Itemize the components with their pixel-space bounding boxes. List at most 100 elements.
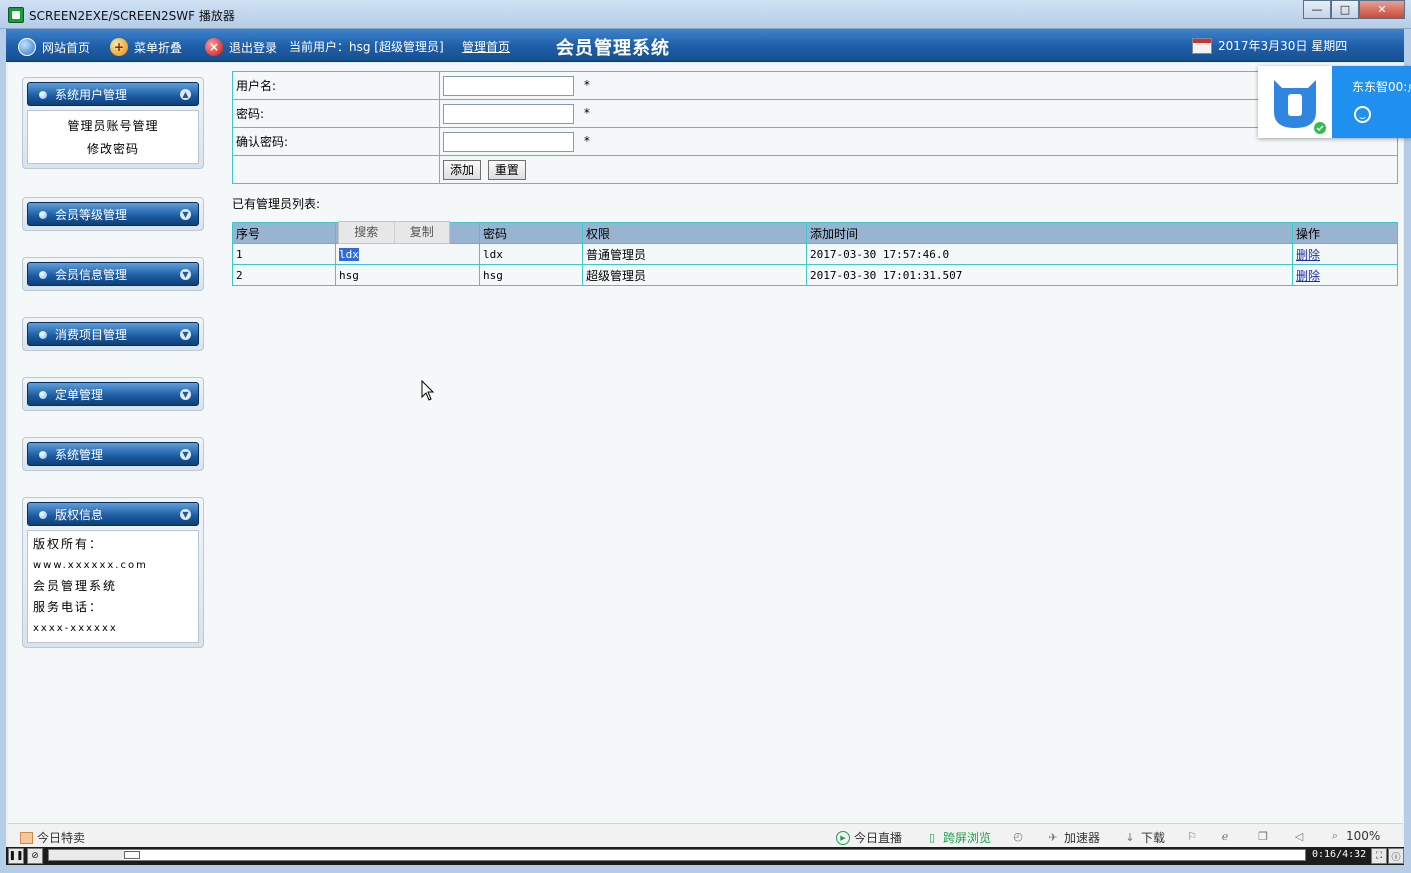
- chat-widget[interactable]: 东东智00:点: [1258, 66, 1411, 138]
- bullet-icon: [39, 211, 47, 219]
- copyright-system-name: 会员管理系统: [33, 579, 118, 593]
- cell-added-time: 2017-03-30 17:57:46.0: [806, 243, 1293, 265]
- current-user-text: 当前用户：hsg [超级管理员]: [289, 40, 444, 54]
- confirm-password-input[interactable]: [443, 131, 574, 152]
- copyright-phone: xxxx-xxxxxx: [33, 623, 118, 634]
- close-circle-icon: ×: [205, 38, 223, 56]
- progress-track[interactable]: [48, 849, 1306, 861]
- history-icon[interactable]: ◴: [1011, 829, 1029, 843]
- delete-link[interactable]: 删除: [1296, 269, 1320, 283]
- panel-header-consumption[interactable]: 消费项目管理 ▼: [27, 322, 199, 346]
- window-title: SCREEN2EXE/SCREEN2SWF 播放器: [29, 9, 235, 23]
- required-mark: *: [583, 134, 590, 148]
- selected-text: ldx: [339, 247, 359, 261]
- fullscreen-button[interactable]: ⛶: [1371, 848, 1387, 864]
- password-input[interactable]: [443, 103, 574, 124]
- column-header-id: 序号: [232, 222, 336, 244]
- panel-title: 版权信息: [55, 508, 104, 522]
- sidebar-panel-consumption: 消费项目管理 ▼: [22, 317, 204, 351]
- copyright-website: www.xxxxxx.com: [33, 560, 148, 571]
- chevron-down-icon[interactable]: ▼: [180, 509, 191, 520]
- chevron-down-icon[interactable]: ▼: [180, 269, 191, 280]
- zoom-control[interactable]: ⌕ 100%: [1328, 829, 1380, 843]
- required-mark: *: [583, 106, 590, 120]
- username-label: 用户名:: [232, 71, 440, 100]
- chat-contact-name: 东东智00:点: [1352, 80, 1411, 94]
- sound-button[interactable]: ◁: [1292, 829, 1310, 843]
- ie-mode-button[interactable]: ℯ: [1218, 829, 1236, 843]
- add-admin-form: 用户名: * 密码: * 确认密码: * 添加 重置: [232, 71, 1398, 184]
- chevron-down-icon[interactable]: ▼: [180, 209, 191, 220]
- sidebar-link-admin-accounts[interactable]: 管理员账号管理: [28, 115, 198, 138]
- play-icon: ▶: [836, 830, 850, 845]
- today-deal-label: 今日特卖: [37, 831, 86, 845]
- sidebar-panel-orders: 定单管理 ▼: [22, 377, 204, 411]
- delete-link[interactable]: 删除: [1296, 248, 1320, 262]
- sidebar-panel-member-info: 会员信息管理 ▼: [22, 257, 204, 291]
- accelerator-link[interactable]: ✈ 加速器: [1046, 829, 1100, 846]
- speaker-icon: ◁: [1294, 829, 1304, 843]
- download-link[interactable]: ↓ 下载: [1123, 829, 1165, 846]
- nav-logout-label: 退出登录: [229, 40, 278, 55]
- chevron-down-icon[interactable]: ▼: [180, 329, 191, 340]
- chevron-down-icon[interactable]: ▼: [180, 389, 191, 400]
- window-mode-button[interactable]: ❐: [1256, 829, 1274, 843]
- close-button[interactable]: ✕: [1359, 0, 1405, 19]
- copyright-owner-label: 版权所有：: [33, 537, 104, 551]
- sidebar-panel-copyright: 版权信息 ▼ 版权所有： www.xxxxxx.com 会员管理系统 服务电话：…: [22, 497, 204, 648]
- window-frame-right: [1404, 29, 1411, 873]
- today-deal-link[interactable]: 今日特卖: [20, 829, 85, 846]
- table-row: 2 hsg hsg 超级管理员 2017-03-30 17:01:31.507 …: [232, 264, 1398, 286]
- mute-button[interactable]: ⊘: [27, 848, 43, 864]
- download-icon: ↓: [1125, 831, 1135, 844]
- panel-header-member-level[interactable]: 会员等级管理 ▼: [27, 202, 199, 226]
- playback-time: 0:16/4:32: [1312, 849, 1367, 860]
- zoom-icon: ⌕: [1331, 829, 1339, 842]
- pause-button[interactable]: ❚❚: [8, 848, 24, 864]
- nav-admin-home-link[interactable]: 管理首页: [462, 38, 510, 55]
- panel-title: 系统管理: [55, 448, 104, 462]
- admin-list-title: 已有管理员列表:: [232, 197, 321, 211]
- cross-screen-link[interactable]: ▯ 跨屏浏览: [925, 829, 991, 846]
- username-input[interactable]: [443, 75, 574, 96]
- sidebar-link-change-password[interactable]: 修改密码: [28, 138, 198, 161]
- panel-header-system-users[interactable]: 系统用户管理 ▲: [27, 82, 199, 106]
- progress-thumb[interactable]: [124, 851, 141, 859]
- download-label: 下载: [1141, 831, 1166, 845]
- nav-collapse-label: 菜单折叠: [134, 40, 183, 55]
- gift-icon: [20, 831, 33, 844]
- column-header-added-time: 添加时间: [806, 222, 1293, 244]
- sidebar-panel-system: 系统管理 ▼: [22, 437, 204, 471]
- panel-header-member-info[interactable]: 会员信息管理 ▼: [27, 262, 199, 286]
- mouse-cursor-icon: [421, 380, 435, 401]
- confirm-password-label: 确认密码:: [232, 127, 440, 156]
- sidebar-panel-member-level: 会员等级管理 ▼: [22, 197, 204, 231]
- live-link[interactable]: ▶ 今日直播: [836, 829, 902, 846]
- chevron-down-icon[interactable]: ▼: [180, 449, 191, 460]
- popup-copy-button[interactable]: 复制: [393, 222, 450, 243]
- flag-button[interactable]: ⚐: [1185, 829, 1203, 843]
- nav-logout-link[interactable]: × 退出登录: [205, 38, 277, 56]
- cell-username: ldx: [335, 243, 480, 265]
- panel-header-orders[interactable]: 定单管理 ▼: [27, 382, 199, 406]
- panel-header-system[interactable]: 系统管理 ▼: [27, 442, 199, 466]
- smiley-icon[interactable]: [1354, 106, 1371, 123]
- reset-button[interactable]: 重置: [487, 159, 526, 180]
- add-button[interactable]: 添加: [443, 159, 482, 180]
- chevron-up-icon[interactable]: ▲: [180, 89, 191, 100]
- minimize-button[interactable]: —: [1303, 0, 1331, 19]
- info-button[interactable]: ⓘ: [1388, 848, 1404, 864]
- maximize-button[interactable]: □: [1331, 0, 1359, 19]
- bullet-icon: [39, 331, 47, 339]
- popup-search-button[interactable]: 搜索: [339, 222, 394, 243]
- copyright-body: 版权所有： www.xxxxxx.com 会员管理系统 服务电话： xxxx-x…: [27, 530, 199, 643]
- window-titlebar: SCREEN2EXE/SCREEN2SWF 播放器 — □ ✕: [0, 0, 1411, 29]
- nav-home-link[interactable]: 网站首页: [18, 38, 90, 56]
- panel-title: 消费项目管理: [55, 328, 128, 342]
- nav-collapse-menu-link[interactable]: + 菜单折叠: [110, 38, 182, 56]
- cell-password: ldx: [479, 243, 583, 265]
- progress-fill: [49, 850, 125, 860]
- player-controls: ❚❚ ⊘ 0:16/4:32 ⛶ ⓘ: [6, 847, 1404, 865]
- panel-header-copyright[interactable]: 版权信息 ▼: [27, 502, 199, 526]
- column-header-password: 密码: [479, 222, 583, 244]
